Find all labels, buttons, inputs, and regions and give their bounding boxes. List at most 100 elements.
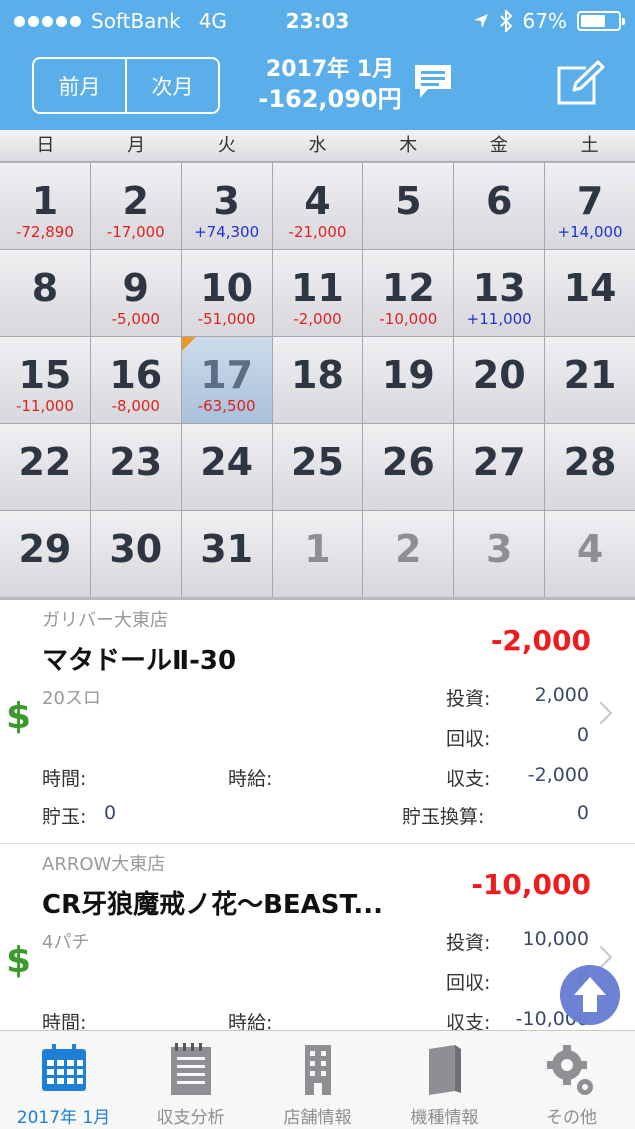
balance-label: 収支: [446, 1012, 491, 1030]
invest-label: 投資: [446, 688, 491, 710]
memo-marker-icon [181, 337, 196, 351]
calendar-day[interactable]: 7 +14,000 [545, 163, 635, 249]
calendar-day[interactable]: 19 [363, 337, 454, 423]
dollar-icon: $ [6, 940, 32, 981]
month-title: 2017年 1月 [265, 57, 395, 82]
day-number: 22 [18, 440, 72, 484]
day-amount: -21,000 [288, 223, 347, 241]
dollar-icon: $ [6, 696, 32, 737]
scroll-top-button[interactable] [560, 965, 620, 1025]
book-icon [428, 1045, 461, 1095]
calendar-day[interactable]: 21 [545, 337, 635, 423]
calendar-day[interactable]: 12 -10,000 [363, 250, 454, 336]
day-amount: -17,000 [106, 223, 165, 241]
battery-percent: 67% [522, 9, 567, 33]
entry-row[interactable]: ARROW大東店 CR牙狼魔戒ノ花〜BEAST... -10,000 4パチ $… [0, 844, 635, 1030]
battery-icon [577, 11, 625, 31]
day-number: 10 [200, 266, 254, 310]
invest-value: 2,000 [534, 684, 589, 706]
next-month-button[interactable]: 次月 [125, 59, 218, 112]
calendar: 日月火水木金土 1 -72,890 2 -17,000 3 +74,300 4 -21,000… [0, 130, 635, 600]
weekday-label: 水 [308, 135, 327, 156]
tab-stores[interactable]: 店舗情報 [254, 1031, 381, 1129]
day-number: 29 [18, 527, 72, 571]
calendar-day[interactable]: 5 [363, 163, 454, 249]
day-number: 13 [472, 266, 526, 310]
day-amount: -63,500 [197, 397, 256, 415]
calendar-day[interactable]: 16 -8,000 [90, 337, 181, 423]
tab-other[interactable]: その他 [508, 1031, 635, 1129]
day-number: 26 [381, 440, 435, 484]
tab-label: 収支分析 [156, 1108, 225, 1128]
bluetooth-icon [499, 10, 512, 32]
calendar-day[interactable]: 30 [90, 511, 181, 597]
location-icon [473, 14, 488, 28]
calendar-day[interactable]: 14 [545, 250, 635, 336]
calendar-day[interactable]: 8 [0, 250, 90, 336]
day-amount: -72,890 [15, 223, 74, 241]
compose-icon[interactable] [556, 60, 606, 106]
prev-month-button[interactable]: 前月 [34, 59, 125, 112]
day-number: 1 [304, 527, 331, 571]
calendar-day[interactable]: 9 -5,000 [90, 250, 181, 336]
entry-kind: 20スロ [42, 688, 101, 709]
calendar-day[interactable]: 1 [272, 511, 363, 597]
calendar-day[interactable]: 4 -21,000 [272, 163, 363, 249]
entry-list: ガリバー大東店 マタドールⅡ-30 -2,000 20スロ $ 投資: 2,00… [0, 600, 635, 1030]
calendar-day[interactable]: 2 -17,000 [90, 163, 181, 249]
memo-icon[interactable] [412, 62, 454, 102]
day-number: 8 [31, 266, 59, 310]
day-number: 3 [485, 527, 513, 571]
tab-label: 機種情報 [410, 1108, 479, 1128]
calendar-day[interactable]: 24 [181, 424, 272, 510]
day-number: 12 [381, 266, 435, 310]
calendar-day[interactable]: 4 [545, 511, 635, 597]
calendar-day[interactable]: 1 -72,890 [0, 163, 90, 249]
day-number: 27 [472, 440, 526, 484]
calendar-day[interactable]: 25 [272, 424, 363, 510]
calendar-day[interactable]: 23 [90, 424, 181, 510]
calendar-day[interactable]: 22 [0, 424, 90, 510]
weekday-label: 木 [399, 135, 418, 156]
day-number: 15 [18, 353, 72, 397]
collect-label: 回収: [446, 972, 491, 994]
calendar-day[interactable]: 27 [454, 424, 545, 510]
day-number: 25 [291, 440, 344, 484]
calendar-icon [41, 1044, 86, 1091]
day-number: 3 [213, 179, 240, 223]
chevron-right-icon [589, 701, 613, 725]
entry-kind: 4パチ [42, 932, 90, 953]
tab-bar: 2017年 1月 収支分析 店舗情報 機種情報 その他 [0, 1030, 635, 1129]
weekday-label: 日 [36, 135, 55, 156]
weekday-label: 月 [127, 135, 146, 156]
calendar-day[interactable]: 29 [0, 511, 90, 597]
calendar-day[interactable]: 15 -11,000 [0, 337, 90, 423]
gear-icon [546, 1045, 593, 1095]
day-number: 4 [304, 179, 331, 223]
day-number: 23 [109, 440, 163, 484]
calendar-day[interactable]: 28 [545, 424, 635, 510]
calendar-day[interactable]: 11 -2,000 [272, 250, 363, 336]
calendar-day-today[interactable]: 17 -63,500 [181, 337, 272, 423]
tab-calendar[interactable]: 2017年 1月 [0, 1031, 127, 1129]
day-amount: +74,300 [194, 223, 260, 241]
month-total: -162,090円 [258, 85, 402, 113]
calendar-day[interactable]: 10 -51,000 [181, 250, 272, 336]
calendar-day[interactable]: 6 [454, 163, 545, 249]
calendar-day[interactable]: 13 +11,000 [454, 250, 545, 336]
calendar-day[interactable]: 31 [181, 511, 272, 597]
calendar-day[interactable]: 2 [363, 511, 454, 597]
stock-value: 0 [104, 802, 117, 824]
calendar-day[interactable]: 18 [272, 337, 363, 423]
tab-analysis[interactable]: 収支分析 [127, 1031, 254, 1129]
tab-machines[interactable]: 機種情報 [381, 1031, 508, 1129]
calendar-day[interactable]: 26 [363, 424, 454, 510]
entry-row[interactable]: ガリバー大東店 マタドールⅡ-30 -2,000 20スロ $ 投資: 2,00… [0, 600, 635, 844]
day-number: 20 [472, 353, 526, 397]
weekday-label: 金 [489, 135, 508, 156]
calendar-day[interactable]: 3 +74,300 [181, 163, 272, 249]
calendar-day[interactable]: 3 [454, 511, 545, 597]
calendar-grid: 1 -72,890 2 -17,000 3 +74,300 4 -21,000 5 6 7 +14,0… [0, 163, 635, 597]
status-bar: SoftBank 4G 23:03 67% [0, 0, 635, 42]
calendar-day[interactable]: 20 [454, 337, 545, 423]
